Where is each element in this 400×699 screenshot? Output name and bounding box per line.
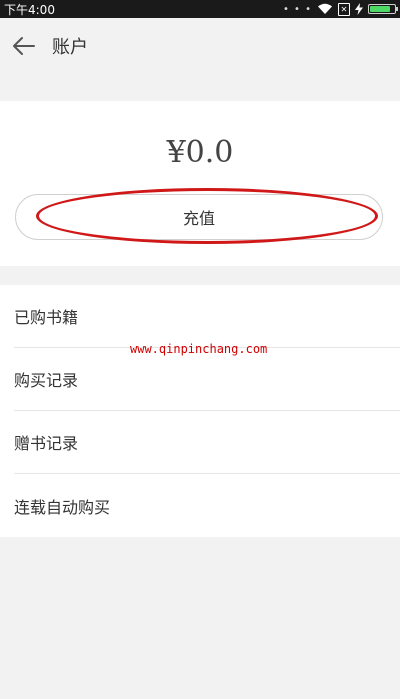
back-button[interactable] — [10, 32, 38, 60]
recharge-button[interactable]: 充值 — [15, 194, 383, 240]
menu-item-label: 已购书籍 — [14, 308, 79, 327]
sim-icon: ✕ — [338, 2, 350, 16]
recharge-label: 充值 — [182, 209, 215, 228]
menu-item-label: 赠书记录 — [14, 434, 79, 453]
menu-item-gift-history[interactable]: 赠书记录 — [14, 411, 400, 474]
battery-icon — [368, 4, 398, 14]
balance-amount: ¥0.0 — [166, 135, 234, 170]
bolt-icon — [355, 3, 363, 15]
title-bar: 账户 — [0, 18, 400, 74]
balance-card: ¥0.0 充值 — [0, 101, 400, 266]
menu-item-auto-purchase[interactable]: 连载自动购买 — [14, 474, 400, 537]
overflow-dots: • • • — [282, 3, 312, 15]
account-menu: 已购书籍 购买记录 赠书记录 连载自动购买 — [0, 285, 400, 537]
status-time: 下午4:00 — [4, 2, 55, 17]
wifi-icon — [318, 3, 332, 14]
status-icons: • • • ✕ — [282, 2, 398, 16]
arrow-left-icon — [13, 37, 35, 55]
menu-item-purchased-books[interactable]: 已购书籍 — [14, 285, 400, 348]
menu-item-label: 连载自动购买 — [14, 497, 111, 517]
menu-item-label: 购买记录 — [14, 371, 79, 390]
page-title: 账户 — [52, 37, 88, 58]
menu-item-purchase-history[interactable]: 购买记录 — [14, 348, 400, 411]
status-bar: 下午4:00 • • • ✕ — [0, 0, 400, 18]
battery-level — [370, 6, 391, 12]
